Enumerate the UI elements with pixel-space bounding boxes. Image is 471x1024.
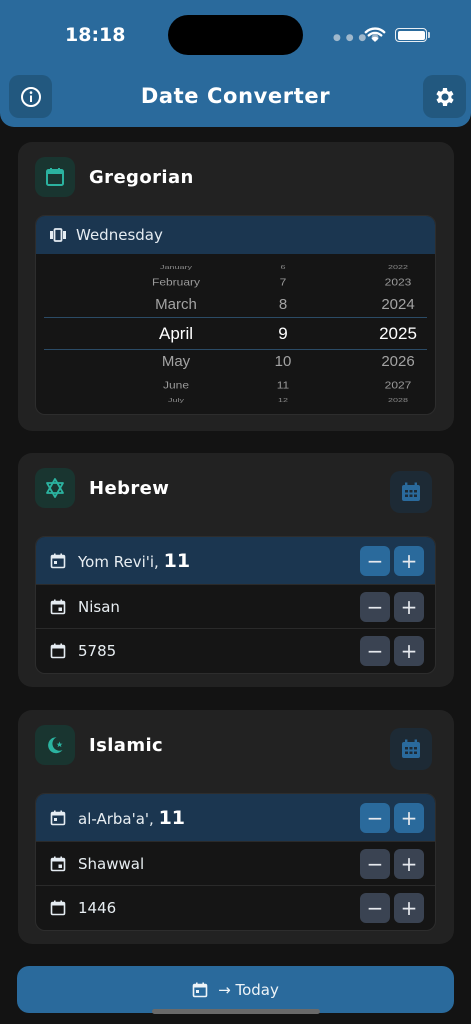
hebrew-day-row: Yom Revi'i, 11 − +	[36, 537, 435, 585]
settings-button[interactable]	[423, 75, 466, 118]
hebrew-month-decrement-button[interactable]: −	[360, 591, 390, 622]
wifi-icon	[364, 27, 386, 42]
wheel-item[interactable]: April	[116, 324, 236, 344]
hebrew-day-name: Yom Revi'i,	[78, 552, 159, 571]
hebrew-fields: Yom Revi'i, 11 − + Nisan − + 5785 − +	[35, 536, 436, 674]
wheel-item[interactable]: 2024	[338, 296, 435, 313]
calendar-event-icon	[50, 599, 66, 614]
wheel-item[interactable]: 11	[223, 379, 343, 391]
wheel-item[interactable]: 12	[223, 397, 343, 403]
page-title: Date Converter	[140, 84, 331, 108]
today-button[interactable]: → Today	[17, 966, 454, 1013]
home-indicator	[152, 1009, 320, 1014]
star-of-david-icon	[35, 468, 75, 508]
gregorian-date-picker[interactable]: Wednesday January February March April May Ju…	[35, 215, 436, 415]
weekday-header: Wednesday	[36, 216, 435, 254]
today-label: → Today	[218, 980, 279, 999]
wheel-item[interactable]: 2028	[338, 397, 435, 403]
calendar-event-icon	[50, 856, 66, 871]
wheel-item[interactable]: 2022	[338, 264, 435, 270]
islamic-month-increment-button[interactable]: +	[394, 848, 424, 879]
islamic-year-decrement-button[interactable]: −	[360, 893, 390, 923]
app-header: 18:18 ● ● ● ● Date Converter	[0, 0, 471, 127]
calendar-icon	[50, 900, 66, 916]
gregorian-title: Gregorian	[89, 167, 194, 188]
wheel-item[interactable]: 9	[223, 324, 343, 344]
islamic-day-name: al-Arba'a',	[78, 809, 154, 828]
hebrew-year: 5785	[78, 642, 117, 660]
calendar-month-icon	[402, 739, 420, 758]
islamic-year: 1446	[78, 899, 117, 917]
islamic-month-decrement-button[interactable]: −	[360, 848, 390, 879]
hebrew-month-increment-button[interactable]: +	[394, 591, 424, 622]
wheel-item[interactable]: 8	[223, 296, 343, 313]
islamic-day-increment-button[interactable]: +	[394, 802, 424, 833]
hebrew-year-increment-button[interactable]: +	[394, 636, 424, 666]
islamic-month-row: Shawwal − +	[36, 842, 435, 886]
wheel-item[interactable]: May	[116, 353, 236, 370]
wheel-item[interactable]: 2023	[338, 276, 435, 288]
wheel-item[interactable]: 2027	[338, 379, 435, 391]
calendar-today-icon	[192, 982, 208, 997]
wheel-item[interactable]: March	[116, 296, 236, 313]
gregorian-card: Gregorian Wednesday January February March…	[18, 142, 454, 431]
calendar-day-icon	[50, 810, 66, 825]
calendar-icon	[50, 643, 66, 659]
islamic-day-number: 11	[158, 806, 186, 829]
islamic-day-decrement-button[interactable]: −	[360, 802, 390, 833]
islamic-title: Islamic	[89, 735, 164, 756]
wheel-item[interactable]: 7	[223, 276, 343, 288]
hebrew-month: Nisan	[78, 597, 120, 616]
wheel-item[interactable]: 10	[223, 353, 343, 370]
wheel-item[interactable]: July	[116, 397, 236, 403]
dynamic-island	[168, 15, 303, 55]
hebrew-month-row: Nisan − +	[36, 585, 435, 629]
hebrew-calendar-button[interactable]	[390, 471, 432, 513]
wheel-item[interactable]: 6	[223, 264, 343, 270]
view-week-icon	[50, 228, 66, 242]
islamic-calendar-button[interactable]	[390, 728, 432, 770]
islamic-card: Islamic al-Arba'a', 11 − + Shawwal − + 1…	[18, 710, 454, 944]
islamic-month: Shawwal	[78, 854, 145, 873]
hebrew-day-increment-button[interactable]: +	[394, 545, 424, 576]
wheel-item[interactable]: 2025	[338, 324, 435, 344]
gregorian-calendar-icon	[35, 157, 75, 197]
wheel-item[interactable]: February	[116, 276, 236, 288]
gear-icon	[435, 87, 454, 106]
crescent-star-icon	[35, 725, 75, 765]
hebrew-day-decrement-button[interactable]: −	[360, 545, 390, 576]
islamic-year-increment-button[interactable]: +	[394, 893, 424, 923]
islamic-day-row: al-Arba'a', 11 − +	[36, 794, 435, 842]
wheel-item[interactable]: 2026	[338, 353, 435, 370]
islamic-year-row: 1446 − +	[36, 886, 435, 930]
battery-icon	[395, 28, 427, 42]
date-wheel[interactable]: January February March April May June July 6 7 8…	[36, 254, 435, 414]
hebrew-year-decrement-button[interactable]: −	[360, 636, 390, 666]
calendar-day-icon	[50, 553, 66, 568]
status-time: 18:18	[65, 24, 126, 46]
wheel-item[interactable]: June	[116, 379, 236, 391]
wheel-item[interactable]: January	[116, 264, 236, 270]
weekday-label: Wednesday	[76, 226, 163, 244]
hebrew-year-row: 5785 − +	[36, 629, 435, 673]
hebrew-card: Hebrew Yom Revi'i, 11 − + Nisan − + 5785…	[18, 453, 454, 687]
calendar-month-icon	[402, 482, 420, 501]
islamic-fields: al-Arba'a', 11 − + Shawwal − + 1446 − +	[35, 793, 436, 931]
hebrew-day-number: 11	[163, 549, 191, 572]
hebrew-title: Hebrew	[89, 478, 170, 499]
